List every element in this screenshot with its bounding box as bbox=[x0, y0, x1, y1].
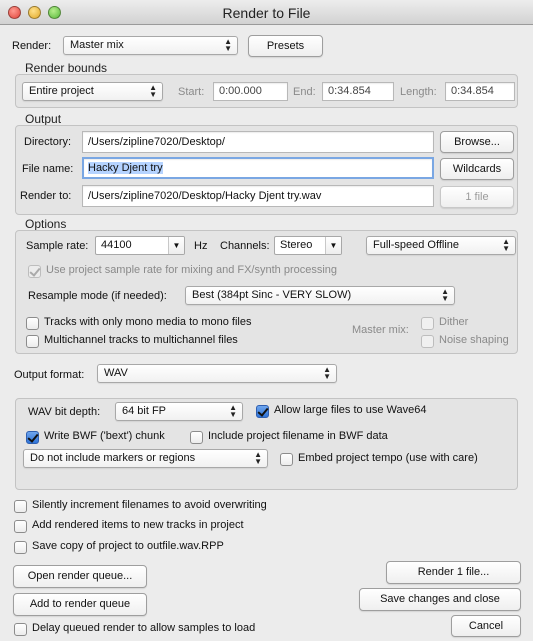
file-count-button: 1 file bbox=[440, 186, 514, 208]
render-button[interactable]: Render 1 file... bbox=[386, 561, 521, 584]
presets-button[interactable]: Presets bbox=[248, 35, 323, 57]
save-copy-label: Save copy of project to outfile.wav.RPP bbox=[32, 540, 224, 552]
updown-arrows-icon: ▲ ▼ bbox=[441, 287, 449, 303]
render-label: Render: bbox=[12, 40, 52, 52]
bounds-select[interactable]: Entire project ▲ ▼ bbox=[22, 82, 163, 101]
checkmark-icon bbox=[26, 431, 39, 444]
use-project-rate-label: Use project sample rate for mixing and F… bbox=[46, 264, 338, 276]
updown-arrows-icon: ▲ ▼ bbox=[224, 37, 232, 53]
end-label: End: bbox=[293, 86, 316, 98]
render-to-field: /Users/zipline7020/Desktop/Hacky Djent t… bbox=[82, 185, 434, 207]
wave64-label: Allow large files to use Wave64 bbox=[274, 404, 427, 416]
render-source-value: Master mix bbox=[70, 39, 124, 51]
output-format-label: Output format: bbox=[14, 369, 85, 381]
resample-label: Resample mode (if needed): bbox=[28, 290, 167, 302]
browse-button[interactable]: Browse... bbox=[440, 131, 514, 153]
start-field[interactable]: 0:00.000 bbox=[213, 82, 288, 101]
directory-field[interactable]: /Users/zipline7020/Desktop/ bbox=[82, 131, 434, 153]
options-title: Options bbox=[25, 217, 67, 231]
save-and-close-button[interactable]: Save changes and close bbox=[359, 588, 521, 611]
add-to-tracks-label: Add rendered items to new tracks in proj… bbox=[32, 519, 244, 531]
updown-arrows-icon: ▲ ▼ bbox=[254, 450, 262, 466]
bit-depth-label: WAV bit depth: bbox=[28, 406, 101, 418]
master-mix-label: Master mix: bbox=[352, 324, 409, 336]
render-speed-select[interactable]: Full-speed Offline ▲ ▼ bbox=[366, 236, 516, 255]
delay-queue-label: Delay queued render to allow samples to … bbox=[32, 622, 256, 634]
filename-field[interactable]: Hacky Djent try bbox=[82, 157, 434, 179]
directory-label: Directory: bbox=[24, 136, 72, 148]
filename-value: Hacky Djent try bbox=[88, 162, 163, 174]
bit-depth-value: 64 bit FP bbox=[122, 405, 167, 417]
channels-label: Channels: bbox=[220, 240, 270, 252]
length-label: Length: bbox=[400, 86, 437, 98]
length-field[interactable]: 0:34.854 bbox=[445, 82, 515, 101]
sample-rate-value: 44100 bbox=[101, 239, 132, 251]
updown-arrows-icon: ▲ ▼ bbox=[502, 237, 510, 253]
title-bar: Render to File bbox=[0, 0, 533, 25]
noise-shaping-label: Noise shaping bbox=[439, 334, 509, 346]
bwf-label: Write BWF ('bext') chunk bbox=[44, 430, 165, 442]
updown-arrows-icon: ▲ ▼ bbox=[229, 403, 237, 419]
end-field[interactable]: 0:34.854 bbox=[322, 82, 394, 101]
updown-arrows-icon: ▲ ▼ bbox=[149, 83, 157, 99]
dither-label: Dither bbox=[439, 316, 469, 328]
cancel-button[interactable]: Cancel bbox=[451, 615, 521, 637]
channels-combo[interactable]: Stereo ▼ bbox=[274, 236, 342, 255]
wildcards-button[interactable]: Wildcards bbox=[440, 158, 514, 180]
render-bounds-title: Render bounds bbox=[25, 61, 108, 75]
resample-select[interactable]: Best (384pt Sinc - VERY SLOW) ▲ ▼ bbox=[185, 286, 455, 305]
embed-tempo-label: Embed project tempo (use with care) bbox=[298, 452, 478, 464]
add-to-render-queue-button[interactable]: Add to render queue bbox=[13, 593, 147, 616]
increment-filenames-label: Silently increment filenames to avoid ov… bbox=[32, 499, 267, 511]
render-speed-value: Full-speed Offline bbox=[373, 239, 460, 251]
markers-value: Do not include markers or regions bbox=[30, 452, 196, 464]
checkmark-icon bbox=[28, 265, 41, 278]
markers-select[interactable]: Do not include markers or regions ▲ ▼ bbox=[23, 449, 268, 468]
output-title: Output bbox=[25, 112, 62, 126]
start-label: Start: bbox=[178, 86, 205, 98]
output-format-select[interactable]: WAV ▲ ▼ bbox=[97, 364, 337, 383]
channels-value: Stereo bbox=[280, 239, 313, 251]
hz-label: Hz bbox=[194, 240, 208, 252]
filename-label: File name: bbox=[22, 163, 74, 175]
render-source-select[interactable]: Master mix ▲ ▼ bbox=[63, 36, 238, 55]
sample-rate-label: Sample rate: bbox=[26, 240, 89, 252]
mono-tracks-label: Tracks with only mono media to mono file… bbox=[44, 316, 252, 328]
open-render-queue-button[interactable]: Open render queue... bbox=[13, 565, 147, 588]
sample-rate-combo[interactable]: 44100 ▼ bbox=[95, 236, 185, 255]
output-format-value: WAV bbox=[104, 367, 128, 379]
checkmark-icon bbox=[256, 405, 269, 418]
window-title: Render to File bbox=[222, 5, 311, 21]
down-caret-icon[interactable]: ▼ bbox=[325, 237, 341, 254]
bounds-value: Entire project bbox=[29, 85, 94, 97]
bit-depth-select[interactable]: 64 bit FP ▲ ▼ bbox=[115, 402, 243, 421]
multichannel-label: Multichannel tracks to multichannel file… bbox=[44, 334, 238, 346]
render-to-label: Render to: bbox=[20, 190, 72, 202]
updown-arrows-icon: ▲ ▼ bbox=[323, 365, 331, 381]
bwf-filename-label: Include project filename in BWF data bbox=[208, 430, 388, 442]
down-caret-icon[interactable]: ▼ bbox=[168, 237, 184, 254]
resample-value: Best (384pt Sinc - VERY SLOW) bbox=[192, 289, 352, 301]
